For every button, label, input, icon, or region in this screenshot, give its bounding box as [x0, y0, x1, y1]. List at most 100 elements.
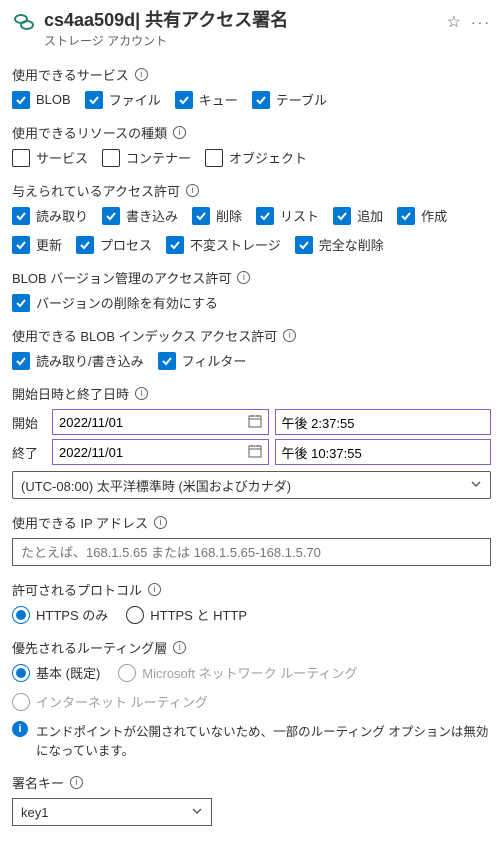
blob-index-checkboxes: 読み取り/書き込みフィルター [12, 351, 491, 370]
checkbox-item[interactable]: 読み取り [12, 206, 88, 225]
protocol-radios: HTTPS のみ HTTPS と HTTP [12, 605, 491, 624]
checkbox[interactable] [76, 236, 94, 254]
checkbox-item[interactable]: 更新 [12, 235, 62, 254]
checkbox-item[interactable]: フィルター [158, 351, 247, 370]
checkbox-item[interactable]: BLOB [12, 90, 71, 109]
start-time-field[interactable] [275, 409, 492, 435]
checkbox[interactable] [102, 149, 120, 167]
checkbox-item[interactable]: 書き込み [102, 206, 178, 225]
info-icon[interactable]: i [154, 516, 167, 529]
checkbox[interactable] [295, 236, 313, 254]
radio-item: インターネット ルーティング [12, 692, 208, 711]
checkbox[interactable] [102, 207, 120, 225]
radio[interactable] [126, 606, 144, 624]
info-icon[interactable]: i [135, 68, 148, 81]
radio[interactable] [12, 606, 30, 624]
checkbox-label: 更新 [36, 235, 62, 254]
calendar-icon[interactable] [248, 414, 262, 431]
info-icon[interactable]: i [283, 329, 296, 342]
start-date-field[interactable] [52, 409, 269, 435]
checkbox-item[interactable]: 読み取り/書き込み [12, 351, 144, 370]
checkbox[interactable] [12, 91, 30, 109]
checkbox-item[interactable]: 不変ストレージ [166, 235, 281, 254]
info-icon[interactable]: i [186, 184, 199, 197]
end-time-field[interactable] [275, 439, 492, 465]
checkbox-item[interactable]: キュー [175, 90, 238, 109]
checkbox[interactable] [12, 352, 30, 370]
favorite-icon[interactable]: ☆ [447, 12, 461, 32]
checkbox[interactable] [158, 352, 176, 370]
checkbox[interactable] [333, 207, 351, 225]
info-icon[interactable]: i [135, 387, 148, 400]
info-icon[interactable]: i [173, 126, 186, 139]
checkbox[interactable] [12, 207, 30, 225]
end-date-field[interactable] [52, 439, 269, 465]
checkbox-label: 削除 [216, 206, 242, 225]
checkbox-item[interactable]: ファイル [85, 90, 161, 109]
checkbox-item[interactable]: 追加 [333, 206, 383, 225]
checkbox[interactable] [85, 91, 103, 109]
checkbox-item[interactable]: テーブル [252, 90, 327, 109]
checkbox-label: バージョンの削除を有効にする [36, 293, 218, 312]
checkbox[interactable] [12, 294, 30, 312]
info-icon[interactable]: i [237, 271, 250, 284]
ip-input[interactable] [21, 545, 482, 560]
end-date-input[interactable] [59, 445, 248, 460]
checkbox[interactable] [192, 207, 210, 225]
checkbox-item[interactable]: コンテナー [102, 148, 191, 167]
checkbox-item[interactable]: 作成 [397, 206, 447, 225]
checkbox[interactable] [205, 149, 223, 167]
ip-field[interactable] [12, 538, 491, 566]
section-protocol: 許可されるプロトコル i HTTPS のみHTTPS と HTTP [12, 580, 491, 624]
radio[interactable] [12, 664, 30, 682]
radio-label: 基本 (既定) [36, 663, 100, 682]
checkbox-label: オブジェクト [229, 148, 307, 167]
checkbox[interactable] [12, 149, 30, 167]
checkbox[interactable] [12, 236, 30, 254]
radio-label: インターネット ルーティング [36, 692, 208, 711]
section-routing: 優先されるルーティング層 i 基本 (既定)Microsoft ネットワーク ル… [12, 638, 491, 759]
section-blob-version: BLOB バージョン管理のアクセス許可 i バージョンの削除を有効にする [12, 268, 491, 312]
checkbox-item[interactable]: オブジェクト [205, 148, 307, 167]
checkbox-label: 書き込み [126, 206, 178, 225]
checkbox-item[interactable]: 削除 [192, 206, 242, 225]
section-blob-index: 使用できる BLOB インデックス アクセス許可 i 読み取り/書き込みフィルタ… [12, 326, 491, 370]
checkbox-label: テーブル [276, 90, 327, 109]
checkbox[interactable] [397, 207, 415, 225]
section-resource-types: 使用できるリソースの種類 i サービスコンテナーオブジェクト [12, 123, 491, 167]
checkbox-label: 完全な削除 [319, 235, 384, 254]
permissions-label: 与えられているアクセス許可 [12, 181, 180, 200]
checkbox-item[interactable]: サービス [12, 148, 88, 167]
radio-item[interactable]: 基本 (既定) [12, 663, 100, 682]
checkbox-item[interactable]: 完全な削除 [295, 235, 384, 254]
checkbox[interactable] [175, 91, 193, 109]
checkbox-item[interactable]: リスト [256, 206, 319, 225]
radio-item: Microsoft ネットワーク ルーティング [118, 663, 357, 682]
services-checkboxes: BLOB ファイルキュー テーブル [12, 90, 491, 109]
blob-version-label: BLOB バージョン管理のアクセス許可 [12, 268, 231, 287]
info-icon[interactable]: i [173, 641, 186, 654]
end-label: 終了 [12, 443, 46, 462]
routing-info-text: エンドポイントが公開されていないため、一部のルーティング オプションは無効になっ… [36, 721, 491, 759]
checkbox-label: プロセス [100, 235, 152, 254]
timezone-select[interactable]: (UTC-08:00) 太平洋標準時 (米国およびカナダ) [12, 471, 491, 499]
radio-item[interactable]: HTTPS のみ [12, 605, 108, 624]
radio [12, 693, 30, 711]
resource-types-checkboxes: サービスコンテナー オブジェクト [12, 148, 491, 167]
checkbox-item[interactable]: バージョンの削除を有効にする [12, 293, 218, 312]
calendar-icon[interactable] [248, 444, 262, 461]
info-icon[interactable]: i [70, 776, 83, 789]
checkbox[interactable] [166, 236, 184, 254]
radio-item[interactable]: HTTPS と HTTP [126, 605, 247, 624]
checkbox[interactable] [256, 207, 274, 225]
start-date-input[interactable] [59, 415, 248, 430]
info-icon[interactable]: i [148, 583, 161, 596]
signing-key-select[interactable]: key1 [12, 798, 212, 826]
page-subtitle: ストレージ アカウント [44, 32, 439, 49]
signing-key-label: 署名キー [12, 773, 64, 792]
end-time-input[interactable] [282, 445, 485, 460]
more-icon[interactable]: ··· [471, 14, 491, 30]
start-time-input[interactable] [282, 415, 485, 430]
checkbox[interactable] [252, 91, 270, 109]
checkbox-item[interactable]: プロセス [76, 235, 152, 254]
